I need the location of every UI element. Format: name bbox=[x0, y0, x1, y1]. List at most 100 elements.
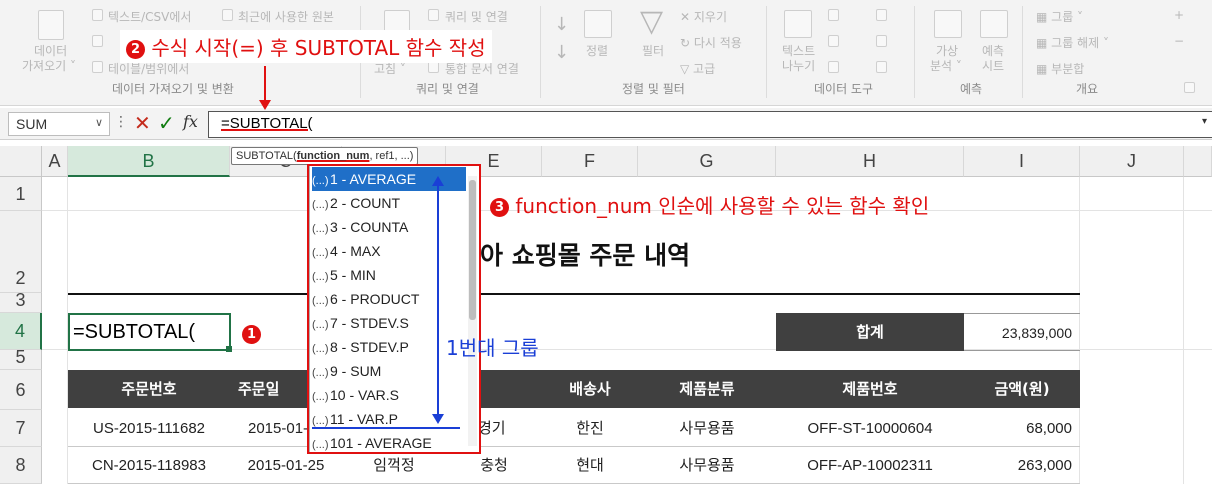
filter-button[interactable]: 필터 bbox=[642, 42, 664, 59]
header-product-no[interactable]: 제품번호 bbox=[776, 370, 964, 408]
header-order-no[interactable]: 주문번호 bbox=[68, 370, 230, 408]
queries-connections-button[interactable]: 쿼리 및 연결 bbox=[445, 8, 508, 25]
name-box[interactable]: SUM ∨ bbox=[8, 112, 110, 136]
step3-badge: 3 bbox=[490, 198, 509, 217]
more-options-icon[interactable]: ⋮ bbox=[114, 114, 128, 130]
group-label-get-transform: 데이터 가져오기 및 변환 bbox=[112, 82, 234, 96]
active-cell-b4[interactable]: =SUBTOTAL( bbox=[68, 313, 231, 351]
total-value: 23,839,000 bbox=[1001, 325, 1072, 341]
sheet-title: 아 쇼핑몰 주문 내역 bbox=[480, 241, 691, 270]
group-separator bbox=[914, 6, 915, 98]
col-header-a[interactable]: A bbox=[42, 146, 68, 177]
sort-button[interactable]: 정렬 bbox=[586, 42, 608, 59]
row-header-2[interactable]: 2 bbox=[0, 211, 42, 293]
expand-formula-bar-icon[interactable]: ▾ bbox=[1202, 116, 1207, 127]
enter-check-icon[interactable]: ✓ bbox=[158, 111, 175, 135]
dropdown-item[interactable]: (...) 101 - AVERAGE bbox=[312, 431, 466, 452]
hide-detail-icon[interactable]: − bbox=[1174, 34, 1184, 48]
col-header-h[interactable]: H bbox=[776, 146, 964, 177]
get-data-label: 데이터 bbox=[34, 44, 68, 58]
dialog-launcher-icon[interactable] bbox=[1184, 82, 1195, 93]
cell-f7[interactable]: 한진 bbox=[542, 410, 638, 447]
formula-text: =SUBTOTAL( bbox=[221, 115, 313, 132]
fill-handle[interactable] bbox=[226, 346, 232, 352]
cell-f8[interactable]: 현대 bbox=[542, 447, 638, 484]
group-label-data-tools: 데이터 도구 bbox=[814, 82, 874, 96]
sort-desc-icon[interactable]: ↓ bbox=[554, 42, 569, 63]
gridline bbox=[1183, 177, 1184, 484]
sort-asc-icon[interactable]: ↓ bbox=[554, 14, 569, 35]
cancel-icon[interactable]: ✕ bbox=[134, 111, 151, 135]
select-all-corner[interactable] bbox=[0, 146, 42, 177]
clear-filter-button[interactable]: ✕ 지우기 bbox=[680, 8, 727, 25]
formula-input[interactable]: =SUBTOTAL( bbox=[208, 111, 1212, 138]
recent-sources-icon bbox=[222, 9, 233, 21]
data-model-icon[interactable] bbox=[876, 61, 887, 73]
col-header-f[interactable]: F bbox=[542, 146, 638, 177]
tooltip-prefix: SUBTOTAL( bbox=[236, 150, 297, 162]
text-to-columns-label2: 나누기 bbox=[782, 59, 816, 73]
group-label-sort-filter: 정렬 및 필터 bbox=[622, 82, 685, 96]
queries-icon bbox=[428, 9, 439, 21]
cell-i7[interactable]: 68,000 bbox=[964, 410, 1080, 447]
reapply-button[interactable]: ↻ 다시 적용 bbox=[680, 34, 742, 51]
total-label: 합계 bbox=[856, 323, 884, 341]
forecast-icon bbox=[980, 10, 1008, 38]
step1-badge: 1 bbox=[242, 325, 261, 344]
group1-label: 1번대 그룹 bbox=[446, 336, 539, 360]
from-text-csv-button[interactable]: 텍스트/CSV에서 bbox=[108, 8, 191, 25]
row-header-4[interactable]: 4 bbox=[0, 313, 42, 350]
data-validation-icon[interactable] bbox=[828, 61, 839, 73]
remove-duplicates-icon[interactable] bbox=[828, 35, 839, 47]
sort-icon bbox=[584, 10, 612, 38]
filter-icon: ▽ bbox=[640, 4, 664, 39]
header-carrier[interactable]: 배송사 bbox=[542, 370, 638, 408]
cell-h7[interactable]: OFF-ST-10000604 bbox=[776, 410, 964, 447]
flash-fill-icon[interactable] bbox=[828, 9, 839, 21]
header-amount[interactable]: 금액(원) bbox=[964, 370, 1080, 408]
row-header-6[interactable]: 6 bbox=[0, 370, 42, 410]
col-header-j[interactable]: J bbox=[1080, 146, 1184, 177]
advanced-filter-button[interactable]: ▽ 고급 bbox=[680, 60, 715, 77]
col-header-i[interactable]: I bbox=[964, 146, 1080, 177]
function-tooltip[interactable]: SUBTOTAL(function_num, ref1, ...) bbox=[231, 147, 419, 165]
header-category[interactable]: 제품분류 bbox=[638, 370, 776, 408]
col-header-k[interactable] bbox=[1184, 146, 1212, 177]
insert-function-icon[interactable]: fx bbox=[183, 112, 198, 131]
subtotal-button[interactable]: ▦ 부분합 bbox=[1036, 60, 1084, 77]
chevron-down-icon[interactable]: ∨ bbox=[95, 116, 103, 129]
cell-g8[interactable]: 사무용품 bbox=[638, 447, 776, 484]
clear-label: 지우기 bbox=[693, 10, 727, 24]
relationships-icon[interactable] bbox=[876, 35, 887, 47]
row-header-3[interactable]: 3 bbox=[0, 291, 42, 313]
cell-b8[interactable]: CN-2015-118983 bbox=[68, 447, 230, 484]
row-header-8[interactable]: 8 bbox=[0, 447, 42, 484]
total-value-cell[interactable]: 23,839,000 bbox=[964, 313, 1080, 351]
cell-b7[interactable]: US-2015-111682 bbox=[68, 410, 230, 447]
show-detail-icon[interactable]: + bbox=[1174, 8, 1184, 22]
consolidate-icon[interactable] bbox=[876, 9, 887, 21]
cell-i8[interactable]: 263,000 bbox=[964, 447, 1080, 484]
step3-annotation: 3 function_num 인순에 사용할 수 있는 함수 확인 bbox=[490, 190, 929, 219]
group-button[interactable]: ▦ 그룹 ˅ bbox=[1036, 8, 1083, 25]
text-file-icon bbox=[92, 9, 103, 21]
cell-g7[interactable]: 사무용품 bbox=[638, 410, 776, 447]
recent-sources-button[interactable]: 최근에 사용한 원본 bbox=[238, 8, 334, 25]
row-header-7[interactable]: 7 bbox=[0, 410, 42, 447]
table-icon bbox=[92, 61, 103, 73]
col-header-g[interactable]: G bbox=[638, 146, 776, 177]
group-separator bbox=[540, 6, 541, 98]
dropdown-item-label: 101 - AVERAGE bbox=[330, 435, 432, 451]
cell-h8[interactable]: OFF-AP-10002311 bbox=[776, 447, 964, 484]
row-header-1[interactable]: 1 bbox=[0, 177, 42, 211]
ungroup-button[interactable]: ▦ 그룹 해제 ˅ bbox=[1036, 34, 1109, 51]
group-label-queries: 쿼리 및 연결 bbox=[416, 82, 479, 96]
get-data-label2: 가져오기 ˅ bbox=[22, 59, 76, 73]
col-header-b[interactable]: B bbox=[68, 146, 230, 177]
step2-badge: 2 bbox=[126, 40, 145, 59]
what-if-label2: 분석 ˅ bbox=[930, 59, 962, 73]
get-data-dropdown[interactable]: 가져오기 ˅ bbox=[22, 57, 76, 74]
row-header-5[interactable]: 5 bbox=[0, 348, 42, 370]
web-icon bbox=[92, 35, 103, 47]
total-label-cell[interactable]: 합계 bbox=[776, 313, 964, 351]
